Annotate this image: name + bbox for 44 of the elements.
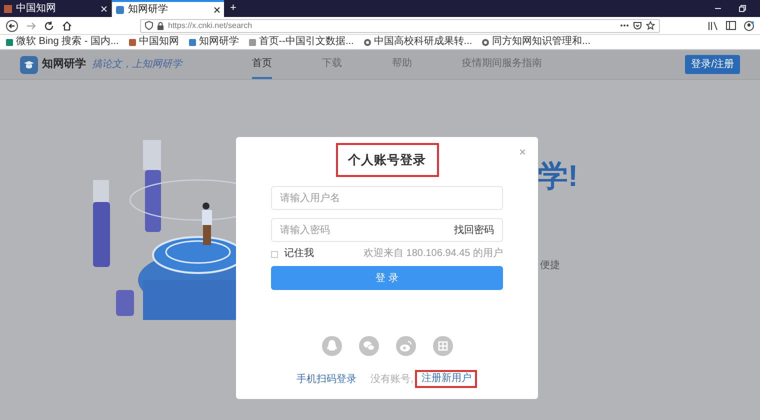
bookmark-item[interactable]: 中国知网 [128, 37, 179, 47]
sidebar-icon[interactable] [726, 21, 736, 30]
no-account-text: 没有账号, [370, 372, 414, 386]
login-register-button[interactable]: 登录/注册 [685, 55, 740, 74]
lock-icon [157, 22, 164, 30]
bookmark-item[interactable]: 知网研学 [188, 37, 239, 47]
close-icon[interactable] [214, 6, 220, 12]
library-icon[interactable] [708, 21, 718, 30]
logo-text: 知网研学 [42, 56, 86, 72]
bookmark-item[interactable]: 同方知网知识管理和... [482, 37, 590, 47]
reload-icon[interactable] [44, 20, 54, 30]
bookmark-item[interactable]: 微软 Bing 搜索 - 国内... [6, 37, 119, 47]
welcome-text: 欢迎来自 180.106.94.45 的用户 [363, 249, 503, 259]
address-bar[interactable]: https://x.cnki.net/search [140, 18, 660, 32]
new-tab-button[interactable]: + [230, 0, 236, 17]
back-icon[interactable] [6, 20, 18, 32]
hero-text: 便捷 [540, 258, 560, 273]
forgot-password-link[interactable]: 找回密码 [454, 222, 494, 238]
username-field[interactable]: 请输入用户名 [271, 186, 503, 210]
shield-icon [145, 21, 153, 30]
home-icon[interactable] [62, 20, 72, 30]
favicon-icon [4, 4, 12, 12]
qr-login-link[interactable]: 手机扫码登录 [296, 372, 357, 386]
more-icon[interactable] [620, 24, 629, 27]
url-text: https://x.cnki.net/search [168, 22, 252, 30]
favicon-icon [116, 6, 124, 14]
logo-icon [20, 56, 38, 74]
bookmark-item[interactable]: 首页--中国引文数据... [248, 37, 354, 47]
remember-checkbox[interactable] [271, 250, 278, 258]
pocket-icon[interactable] [633, 21, 642, 30]
restore-icon[interactable] [739, 5, 746, 12]
account-icon[interactable] [744, 20, 754, 30]
star-icon[interactable] [646, 21, 655, 30]
remember-label: 记住我 [284, 249, 314, 259]
register-link[interactable]: 注册新用户 [415, 370, 478, 388]
password-field[interactable]: 请输入密码 找回密码 [271, 218, 503, 242]
tab-title: 知网研学 [128, 4, 169, 14]
hero-title: 学! [538, 162, 578, 192]
dialog-title: 个人账号登录 [348, 152, 426, 169]
slogan-text: 搞论文，上知网研学 [92, 60, 182, 70]
browser-tab[interactable]: 知网研学 [112, 0, 224, 17]
nav-tab[interactable]: 首页 [252, 50, 272, 79]
tab-title: 中国知网 [16, 4, 57, 14]
bookmark-item[interactable]: 中国高校科研成果转... [364, 37, 472, 47]
